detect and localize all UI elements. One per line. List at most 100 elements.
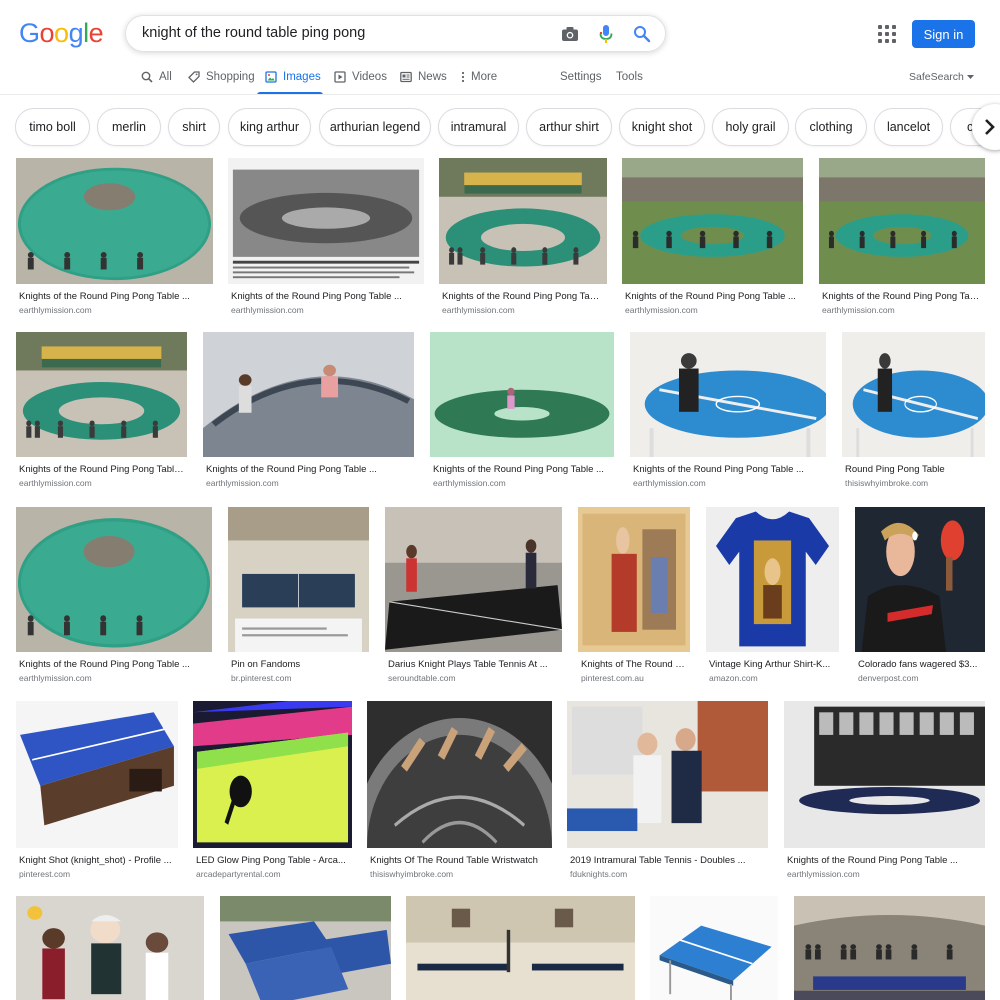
image-result[interactable]: Knights of the Round Ping Pong Table ...…: [439, 158, 607, 322]
result-title[interactable]: Knights of the Round Ping Pong Table ...: [822, 291, 982, 302]
image-result[interactable]: Knights Of The Round Table Wristwatch thi…: [367, 701, 552, 886]
result-thumbnail[interactable]: [630, 332, 826, 457]
related-chip[interactable]: intramural: [438, 108, 519, 146]
image-result[interactable]: Knights of the Round Ping Pong Table ...…: [430, 332, 614, 495]
tab-more[interactable]: More: [461, 70, 497, 84]
result-thumbnail[interactable]: [706, 507, 839, 652]
result-title[interactable]: Knights Of The Round Table Wristwatch: [370, 855, 549, 866]
result-title[interactable]: Knights of the Round Ping Pong Table ...: [206, 464, 411, 475]
settings-link[interactable]: Settings: [560, 70, 602, 84]
result-thumbnail[interactable]: [16, 507, 212, 652]
result-thumbnail[interactable]: [439, 158, 607, 284]
related-chip[interactable]: merlin: [97, 108, 161, 146]
result-title[interactable]: Colorado fans wagered $3...: [858, 659, 982, 670]
microphone-icon[interactable]: [595, 23, 617, 45]
related-chip[interactable]: timo boll: [15, 108, 90, 146]
result-thumbnail[interactable]: [819, 158, 985, 284]
result-thumbnail[interactable]: [855, 507, 985, 652]
result-title[interactable]: Knights of the Round Ping Pong Table ...: [625, 291, 800, 302]
image-result[interactable]: Knights of the Round Ping Pong Table ...…: [228, 158, 424, 322]
image-result[interactable]: Knights of the Round Ping Pong Table ...…: [16, 507, 212, 690]
related-chip[interactable]: king arthur: [228, 108, 311, 146]
result-thumbnail[interactable]: [385, 507, 562, 652]
related-chip[interactable]: arthur shirt: [526, 108, 612, 146]
result-thumbnail[interactable]: [650, 896, 778, 1000]
result-title[interactable]: Knights of the Round Ping Pong Table ...: [442, 291, 604, 302]
result-title[interactable]: Knights of the Round Ping Pong Table ...: [19, 464, 184, 475]
tab-news[interactable]: News: [400, 70, 447, 84]
related-chip[interactable]: shirt: [168, 108, 220, 146]
result-thumbnail[interactable]: [784, 701, 985, 848]
result-thumbnail[interactable]: [622, 158, 803, 284]
tab-images[interactable]: Images: [265, 70, 321, 84]
image-result[interactable]: Knights of the Round Ping Pong Table ...…: [16, 332, 187, 495]
result-thumbnail[interactable]: [842, 332, 985, 457]
result-thumbnail[interactable]: [567, 701, 768, 848]
related-chip[interactable]: lancelot: [874, 108, 943, 146]
result-thumbnail[interactable]: [406, 896, 635, 1000]
result-thumbnail[interactable]: [203, 332, 414, 457]
result-thumbnail[interactable]: [578, 507, 690, 652]
tab-videos[interactable]: Videos: [334, 70, 387, 84]
image-result[interactable]: [406, 896, 635, 1000]
tab-all[interactable]: All: [141, 70, 172, 84]
result-title[interactable]: LED Glow Ping Pong Table - Arca...: [196, 855, 349, 866]
result-title[interactable]: Knights of the Round Ping Pong Table ...: [19, 291, 210, 302]
result-title[interactable]: Knights of the Round Ping Pong Table ...: [433, 464, 611, 475]
result-thumbnail[interactable]: [193, 701, 352, 848]
image-result[interactable]: [16, 896, 204, 1000]
safesearch-menu[interactable]: SafeSearch: [909, 70, 974, 84]
image-result[interactable]: Knights of The Round T... pinterest.com.a…: [578, 507, 690, 690]
image-result[interactable]: 2019 Intramural Table Tennis - Doubles .…: [567, 701, 768, 886]
related-chip[interactable]: holy grail: [712, 108, 789, 146]
related-chip[interactable]: knight shot: [619, 108, 705, 146]
result-thumbnail[interactable]: [16, 158, 213, 284]
image-result[interactable]: Knights of the Round Ping Pong Table ...…: [203, 332, 414, 495]
result-thumbnail[interactable]: [794, 896, 985, 1000]
sign-in-button[interactable]: Sign in: [912, 20, 975, 48]
image-result[interactable]: Darius Knight Plays Table Tennis At ... s…: [385, 507, 562, 690]
result-title[interactable]: Knights of the Round Ping Pong Table ...: [231, 291, 421, 302]
result-title[interactable]: Knights of the Round Ping Pong Table ...: [787, 855, 982, 866]
result-title[interactable]: Knights of the Round Ping Pong Table ...: [633, 464, 823, 475]
related-chip[interactable]: arthurian legend: [319, 108, 431, 146]
result-title[interactable]: Pin on Fandoms: [231, 659, 366, 670]
image-result[interactable]: Knight Shot (knight_shot) - Profile ... p…: [16, 701, 178, 886]
result-title[interactable]: Knights of The Round T...: [581, 659, 687, 670]
image-result[interactable]: Knights of the Round Ping Pong Table ...…: [630, 332, 826, 495]
tools-link[interactable]: Tools: [616, 70, 643, 84]
related-chip[interactable]: clothing: [795, 108, 867, 146]
image-result[interactable]: Vintage King Arthur Shirt-K... amazon.com: [706, 507, 839, 690]
image-result[interactable]: [794, 896, 985, 1000]
apps-grid-icon[interactable]: [878, 25, 896, 43]
result-title[interactable]: Darius Knight Plays Table Tennis At ...: [388, 659, 559, 670]
result-title[interactable]: Knights of the Round Ping Pong Table ...: [19, 659, 209, 670]
image-result[interactable]: Knights of the Round Ping Pong Table ...…: [622, 158, 803, 322]
image-result[interactable]: Round Ping Pong Table thisiswhyimbroke.co…: [842, 332, 985, 495]
result-thumbnail[interactable]: [16, 701, 178, 848]
image-result[interactable]: LED Glow Ping Pong Table - Arca... arcade…: [193, 701, 352, 886]
image-result[interactable]: Knights of the Round Ping Pong Table ...…: [819, 158, 985, 322]
result-title[interactable]: Vintage King Arthur Shirt-K...: [709, 659, 836, 670]
result-thumbnail[interactable]: [367, 701, 552, 848]
result-thumbnail[interactable]: [228, 507, 369, 652]
search-input[interactable]: knight of the round table ping pong: [142, 25, 365, 41]
search-box[interactable]: knight of the round table ping pong: [125, 15, 666, 52]
camera-icon[interactable]: [559, 23, 581, 45]
google-logo[interactable]: Google: [19, 18, 104, 49]
result-title[interactable]: Round Ping Pong Table: [845, 464, 982, 475]
search-icon[interactable]: [631, 23, 653, 45]
result-thumbnail[interactable]: [16, 896, 204, 1000]
image-result[interactable]: Colorado fans wagered $3... denverpost.co…: [855, 507, 985, 690]
image-result[interactable]: [220, 896, 391, 1000]
result-thumbnail[interactable]: [220, 896, 391, 1000]
tab-shopping[interactable]: Shopping: [188, 70, 255, 84]
result-title[interactable]: 2019 Intramural Table Tennis - Doubles .…: [570, 855, 765, 866]
result-thumbnail[interactable]: [16, 332, 187, 457]
result-title[interactable]: Knight Shot (knight_shot) - Profile ...: [19, 855, 175, 866]
image-result[interactable]: Pin on Fandoms br.pinterest.com: [228, 507, 369, 690]
image-result[interactable]: Knights of the Round Ping Pong Table ...…: [16, 158, 213, 322]
image-result[interactable]: Knights of the Round Ping Pong Table ...…: [784, 701, 985, 886]
result-thumbnail[interactable]: [228, 158, 424, 284]
image-result[interactable]: [650, 896, 778, 1000]
